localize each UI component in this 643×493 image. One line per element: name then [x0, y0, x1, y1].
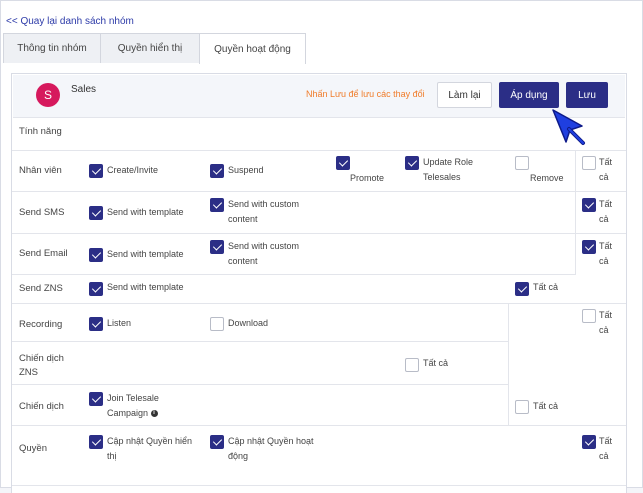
- option-label: Update Role Telesales: [423, 157, 474, 182]
- option-label: Tất cả: [599, 310, 613, 335]
- row-label-send-sms: Send SMS: [19, 207, 65, 218]
- row-divider: [12, 274, 576, 275]
- option-label: Send with custom content: [228, 199, 300, 224]
- option-label: Tất cả: [533, 401, 559, 411]
- option-label: Suspend: [228, 165, 264, 175]
- checkbox-select-all[interactable]: [515, 282, 529, 296]
- tab-group-info[interactable]: Thông tin nhóm: [3, 33, 101, 63]
- info-icon[interactable]: i: [150, 410, 158, 418]
- checkbox-sms-template[interactable]: [89, 206, 103, 220]
- checkbox-listen[interactable]: [89, 317, 103, 331]
- section-title: Tính năng: [19, 126, 62, 137]
- option-label: Tất cả: [423, 358, 449, 368]
- checkbox-select-all[interactable]: [582, 309, 596, 323]
- checkbox-update-role-telesales[interactable]: [405, 156, 419, 170]
- option-label: Send with template: [107, 249, 184, 259]
- row-divider: [12, 303, 626, 304]
- row-label-recording: Recording: [19, 319, 63, 330]
- checkbox-join-telesale-campaign[interactable]: [89, 392, 103, 406]
- row-divider: [12, 150, 626, 151]
- apply-button[interactable]: Áp dụng: [499, 82, 559, 108]
- row-label-send-zns: Send ZNS: [19, 283, 63, 294]
- back-to-group-list-link[interactable]: << Quay lại danh sách nhóm: [6, 16, 134, 27]
- option-label: Listen: [107, 318, 132, 328]
- option-label: Promote: [350, 173, 385, 183]
- checkbox-select-all[interactable]: [405, 358, 419, 372]
- checkbox-email-template[interactable]: [89, 248, 103, 262]
- option-label: Send with template: [107, 207, 184, 217]
- permissions-panel: S Sales Nhấn Lưu để lưu các thay đổi Làm…: [11, 73, 627, 493]
- checkbox-suspend[interactable]: [210, 164, 224, 178]
- row-label-quyen: Quyền: [19, 443, 47, 454]
- row-divider: [12, 485, 626, 486]
- checkbox-update-view-permissions[interactable]: [89, 435, 103, 449]
- option-label: Cập nhật Quyền hiển thị: [107, 436, 193, 461]
- row-label-chien-dich-zns: Chiến dịch ZNS: [19, 353, 64, 378]
- row-label-chien-dich: Chiến dịch: [19, 401, 64, 412]
- checkbox-download[interactable]: [210, 317, 224, 331]
- checkbox-select-all[interactable]: [515, 400, 529, 414]
- option-label: Cập nhật Quyền hoạt động: [228, 436, 314, 461]
- option-label: Send with template: [107, 282, 184, 292]
- avatar: S: [36, 83, 60, 107]
- option-label: Tất cả: [599, 241, 613, 266]
- row-divider: [12, 191, 626, 192]
- save-button[interactable]: Lưu: [566, 82, 608, 108]
- option-label: Tất cả: [599, 157, 613, 182]
- checkbox-update-action-permissions[interactable]: [210, 435, 224, 449]
- option-label: Join Telesale Campaign i: [107, 391, 187, 421]
- checkbox-zns-template[interactable]: [89, 282, 103, 296]
- checkbox-select-all[interactable]: [582, 240, 596, 254]
- tab-view-permissions[interactable]: Quyền hiển thị: [100, 33, 200, 63]
- tab-action-permissions[interactable]: Quyền hoạt động: [199, 33, 306, 64]
- row-divider: [12, 341, 508, 342]
- option-label: Download: [228, 318, 269, 328]
- page-frame: << Quay lại danh sách nhóm Thông tin nhó…: [0, 0, 643, 493]
- option-label: Create/Invite: [107, 165, 159, 175]
- option-label: Tất cả: [533, 282, 559, 292]
- option-label: Tất cả: [599, 199, 613, 224]
- checkbox-remove[interactable]: [515, 156, 529, 170]
- checkbox-select-all[interactable]: [582, 156, 596, 170]
- checkbox-promote[interactable]: [336, 156, 350, 170]
- group-header: S Sales Nhấn Lưu để lưu các thay đổi Làm…: [13, 75, 625, 118]
- row-label-send-email: Send Email: [19, 248, 68, 259]
- row-divider: [12, 425, 626, 426]
- tab-bar: Thông tin nhóm Quyền hiển thị Quyền hoạt…: [3, 33, 306, 64]
- checkbox-email-custom[interactable]: [210, 240, 224, 254]
- option-label: Tất cả: [599, 436, 613, 461]
- checkbox-select-all[interactable]: [582, 435, 596, 449]
- option-label: Send with custom content: [228, 241, 300, 266]
- checkbox-sms-custom[interactable]: [210, 198, 224, 212]
- reset-button[interactable]: Làm lại: [437, 82, 492, 108]
- row-divider: [12, 384, 508, 385]
- column-divider: [508, 303, 509, 425]
- option-label: Remove: [530, 173, 564, 183]
- save-hint: Nhấn Lưu để lưu các thay đổi: [306, 89, 425, 99]
- column-divider: [575, 150, 576, 274]
- row-divider: [12, 233, 626, 234]
- row-label-nhan-vien: Nhân viên: [19, 165, 62, 176]
- checkbox-select-all[interactable]: [582, 198, 596, 212]
- mouse-cursor-icon: [552, 109, 585, 145]
- group-name: Sales: [71, 84, 97, 95]
- checkbox-create-invite[interactable]: [89, 164, 103, 178]
